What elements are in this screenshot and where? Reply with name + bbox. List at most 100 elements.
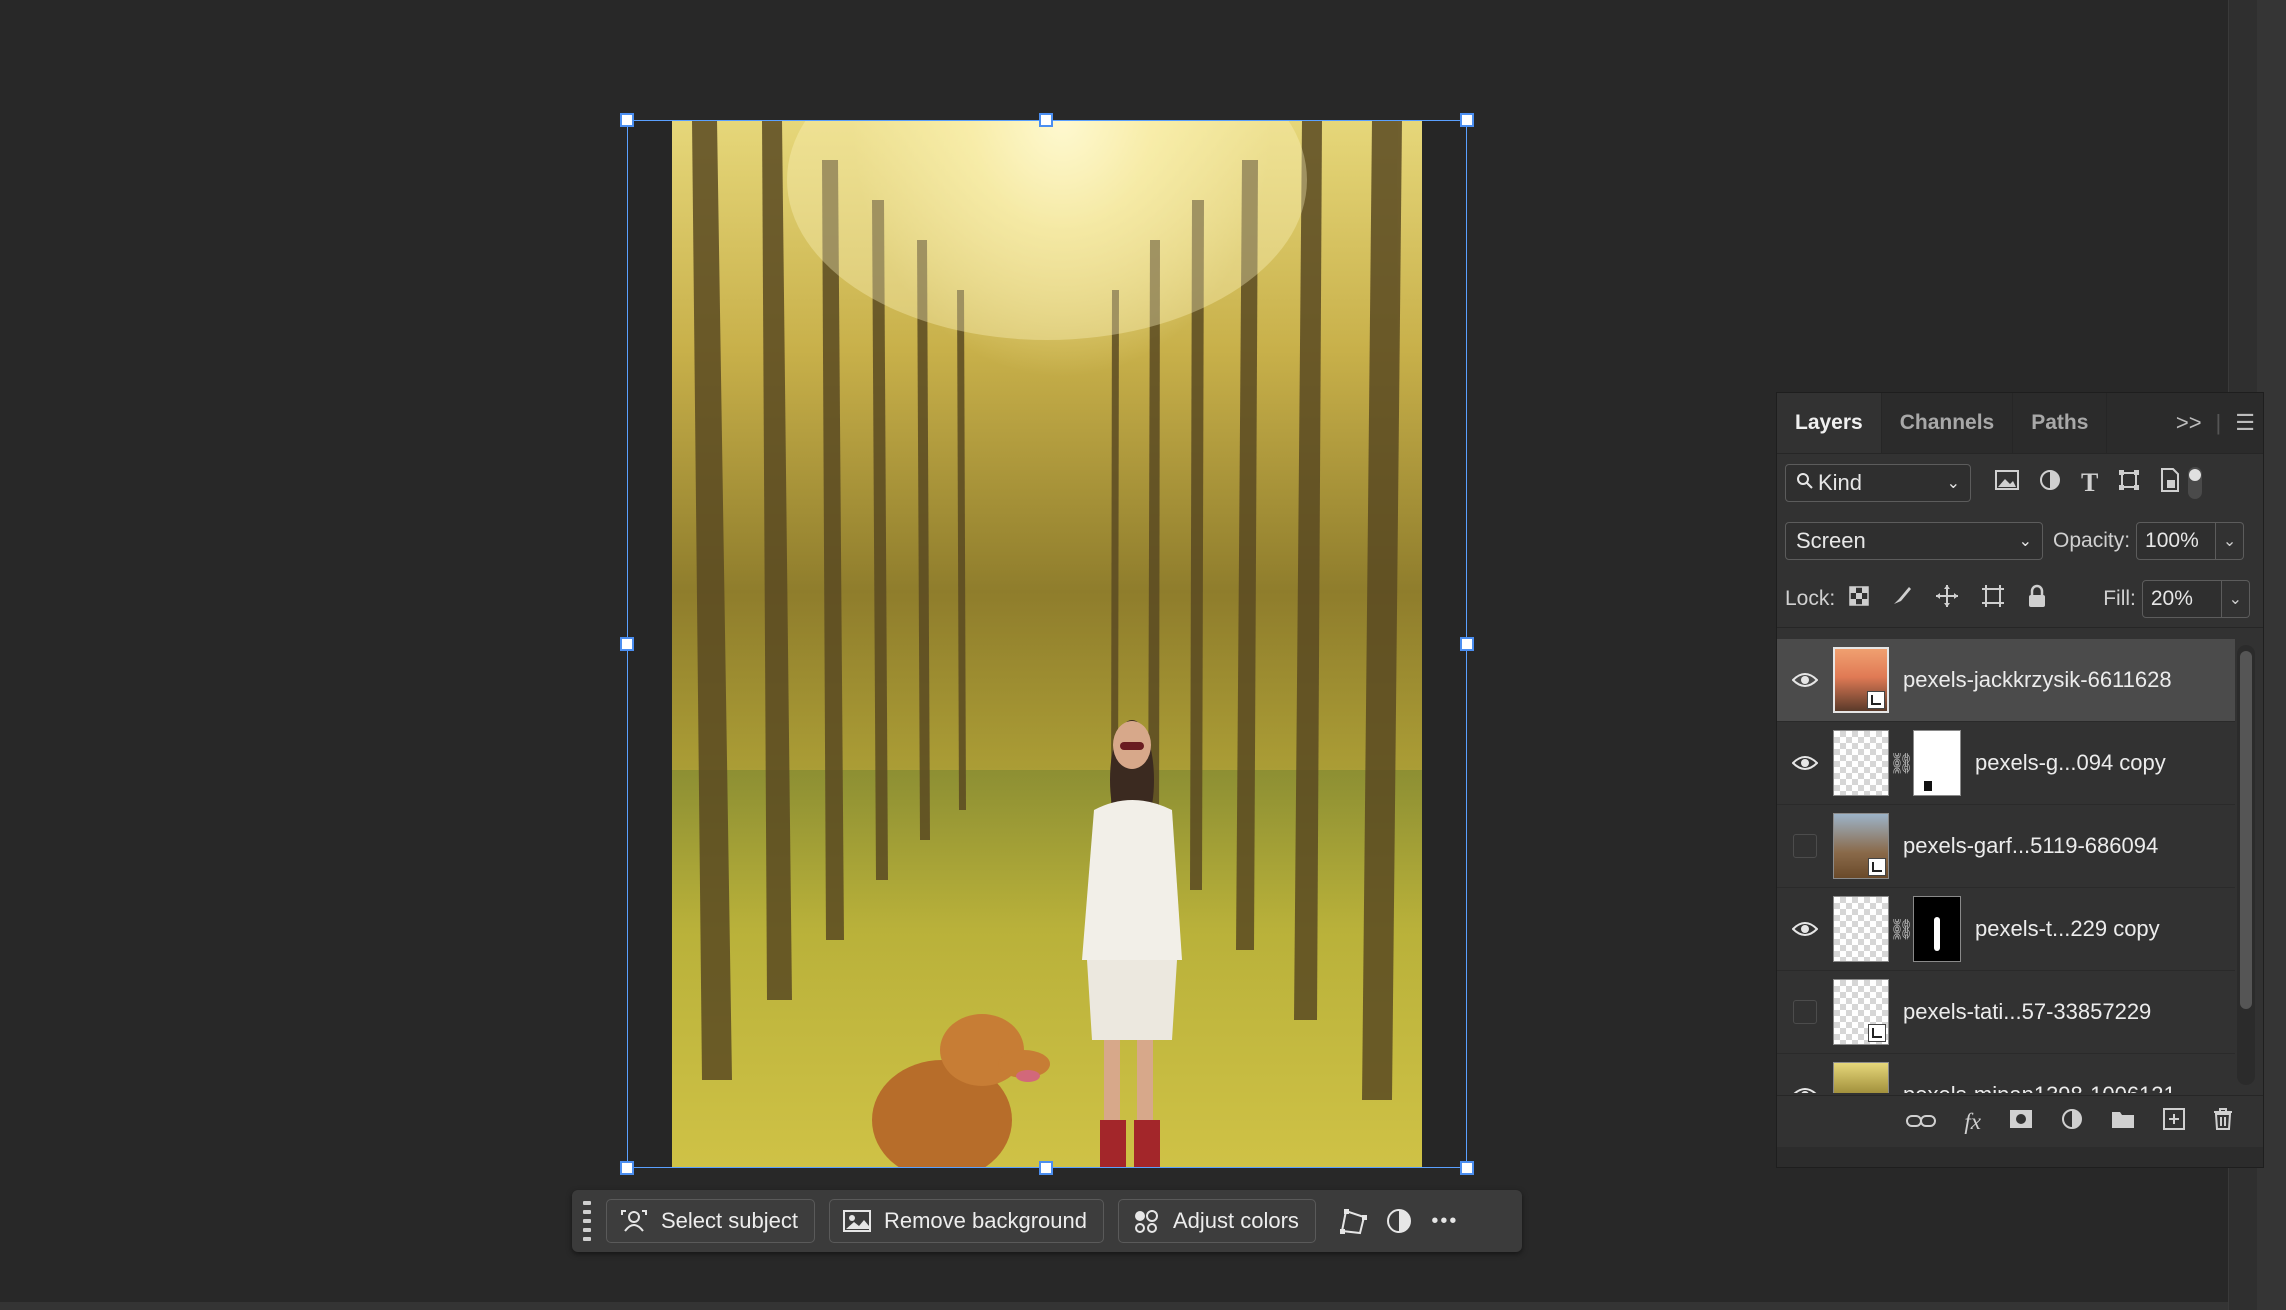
add-layer-style-icon[interactable]: fx [1964,1109,1981,1135]
lock-image-pixels-icon[interactable] [1891,585,1913,613]
remove-background-label: Remove background [883,1208,1087,1233]
filter-toggle[interactable] [2188,467,2203,499]
lock-position-icon[interactable] [1935,584,1959,614]
lock-label: Lock: [1785,586,1836,610]
transform-handle-top-left[interactable] [620,113,634,127]
visibility-toggle-off[interactable] [1777,1000,1833,1024]
filter-kind-dropdown[interactable]: Kind ⌄ [1785,464,1971,502]
blend-mode-dropdown[interactable]: Screen ⌄ [1785,522,2043,560]
layer-mask-thumbnail[interactable] [1913,730,1961,796]
tab-divider: | [2215,410,2222,435]
visibility-eye-icon[interactable] [1777,921,1833,937]
blend-mode-value: Screen [1796,528,1866,553]
document-image[interactable] [672,120,1422,1168]
layers-scrollbar[interactable] [2237,645,2255,1085]
visibility-eye-icon[interactable] [1777,755,1833,771]
panel-menu-icon[interactable]: ☰ [2235,410,2255,436]
layer-row[interactable]: ⛓ pexels-t...229 copy [1777,888,2235,971]
mask-shape [1924,781,1932,791]
transform-handle-top[interactable] [1039,113,1053,127]
layer-thumbnail [1833,979,1889,1045]
mask-link-icon[interactable]: ⛓ [1889,917,1914,942]
smart-object-badge-icon [1868,858,1886,876]
layer-thumbnail [1833,896,1889,962]
tab-layers[interactable]: Layers [1777,393,1882,453]
mask-shape [1934,917,1940,951]
panel-tab-bar: Layers Channels Paths >> | ☰ [1777,393,2263,454]
layer-name[interactable]: pexels-minan1398-1006121 [1903,1082,2176,1093]
visibility-toggle-off[interactable] [1777,834,1833,858]
layer-row[interactable]: pexels-jackkrzysik-6611628 [1777,639,2235,722]
new-group-folder-icon[interactable] [2111,1108,2135,1135]
fill-chevron-icon[interactable]: ⌄ [2221,579,2250,618]
filter-kind-label: Kind [1818,470,1863,495]
add-mask-icon[interactable] [2009,1108,2033,1135]
search-icon [1796,470,1814,496]
more-options-icon[interactable]: ••• [1422,1199,1468,1243]
layer-row[interactable]: pexels-tati...57-33857229 [1777,971,2235,1054]
visibility-eye-icon[interactable] [1777,1087,1833,1093]
link-layers-icon[interactable] [1906,1108,1937,1135]
layers-panel: Layers Channels Paths >> | ☰ Kind ⌄ T Sc… [1776,392,2264,1168]
layer-thumbnail [1833,730,1889,796]
panel-resize-handle[interactable] [1777,1147,2263,1167]
layer-row[interactable]: ⛓ pexels-g...094 copy [1777,722,2235,805]
remove-background-button[interactable]: Remove background [828,1199,1104,1243]
adjustment-layer-icon[interactable] [1376,1199,1422,1243]
lock-transparent-pixels-icon[interactable] [1849,585,1869,612]
lock-all-icon[interactable] [2027,584,2047,614]
transform-handle-bottom-right[interactable] [1460,1161,1474,1175]
filter-type-icon[interactable]: T [2081,468,2098,498]
filter-adjustment-icon[interactable] [2039,469,2061,497]
filter-pixel-icon[interactable] [1995,470,2019,496]
delete-layer-trash-icon[interactable] [2213,1107,2233,1136]
smart-object-badge-icon [1868,1024,1886,1042]
fill-input[interactable]: 20% [2141,579,2222,618]
blend-mode-row: Screen ⌄ Opacity: 100% ⌄ [1777,512,2263,570]
forest-scene [692,120,1402,1168]
opacity-label: Opacity: [2053,529,2131,552]
lock-artboard-icon[interactable] [1981,584,2005,614]
taskbar-drag-handle-icon[interactable] [580,1198,594,1244]
adjust-colors-button[interactable]: Adjust colors [1117,1199,1316,1243]
layer-name[interactable]: pexels-g...094 copy [1975,750,2166,776]
transform-handle-bottom-left[interactable] [620,1161,634,1175]
mask-link-icon[interactable]: ⛓ [1889,751,1914,776]
tab-channels[interactable]: Channels [1882,393,2014,453]
select-subject-label: Select subject [661,1208,798,1233]
select-subject-icon [619,1209,649,1233]
remove-background-icon [842,1209,872,1233]
fill-label: Fill: [2103,586,2136,610]
expand-panels-icon[interactable]: >> [2176,410,2202,436]
transform-handle-bottom[interactable] [1039,1161,1053,1175]
smart-object-badge-icon [1867,691,1885,709]
transform-handle-left[interactable] [620,637,634,651]
scrollbar-thumb[interactable] [2240,651,2252,1009]
layer-name[interactable]: pexels-jackkrzysik-6611628 [1903,667,2172,693]
layer-row[interactable]: pexels-minan1398-1006121 [1777,1054,2235,1093]
new-adjustment-layer-icon[interactable] [2061,1108,2083,1136]
chevron-down-icon: ⌄ [1946,475,1960,492]
opacity-input[interactable]: 100% [2136,522,2217,560]
layer-name[interactable]: pexels-tati...57-33857229 [1903,999,2151,1025]
visibility-eye-icon[interactable] [1777,672,1833,688]
opacity-chevron-icon[interactable]: ⌄ [2216,522,2245,560]
transform-warp-icon[interactable] [1330,1199,1376,1243]
adjust-colors-label: Adjust colors [1172,1208,1299,1233]
layer-row[interactable]: pexels-garf...5119-686094 [1777,805,2235,888]
layer-mask-thumbnail[interactable] [1913,896,1961,962]
filter-shape-icon[interactable] [2118,469,2140,497]
contextual-taskbar: Select subject Remove background Adjust … [572,1190,1522,1252]
filter-smart-object-icon[interactable] [2160,468,2180,498]
tab-paths[interactable]: Paths [2013,393,2108,453]
layer-filter-row: Kind ⌄ T [1777,454,2263,512]
select-subject-button[interactable]: Select subject [606,1199,815,1243]
transform-handle-top-right[interactable] [1460,113,1474,127]
chevron-down-icon: ⌄ [2018,533,2032,550]
layers-list: pexels-jackkrzysik-6611628 ⛓ pexels-g...… [1777,639,2235,1093]
new-layer-icon[interactable] [2163,1107,2185,1136]
layer-name[interactable]: pexels-t...229 copy [1975,916,2160,942]
status-strip [0,1302,2228,1310]
transform-handle-right[interactable] [1460,637,1474,651]
layer-name[interactable]: pexels-garf...5119-686094 [1903,833,2158,859]
